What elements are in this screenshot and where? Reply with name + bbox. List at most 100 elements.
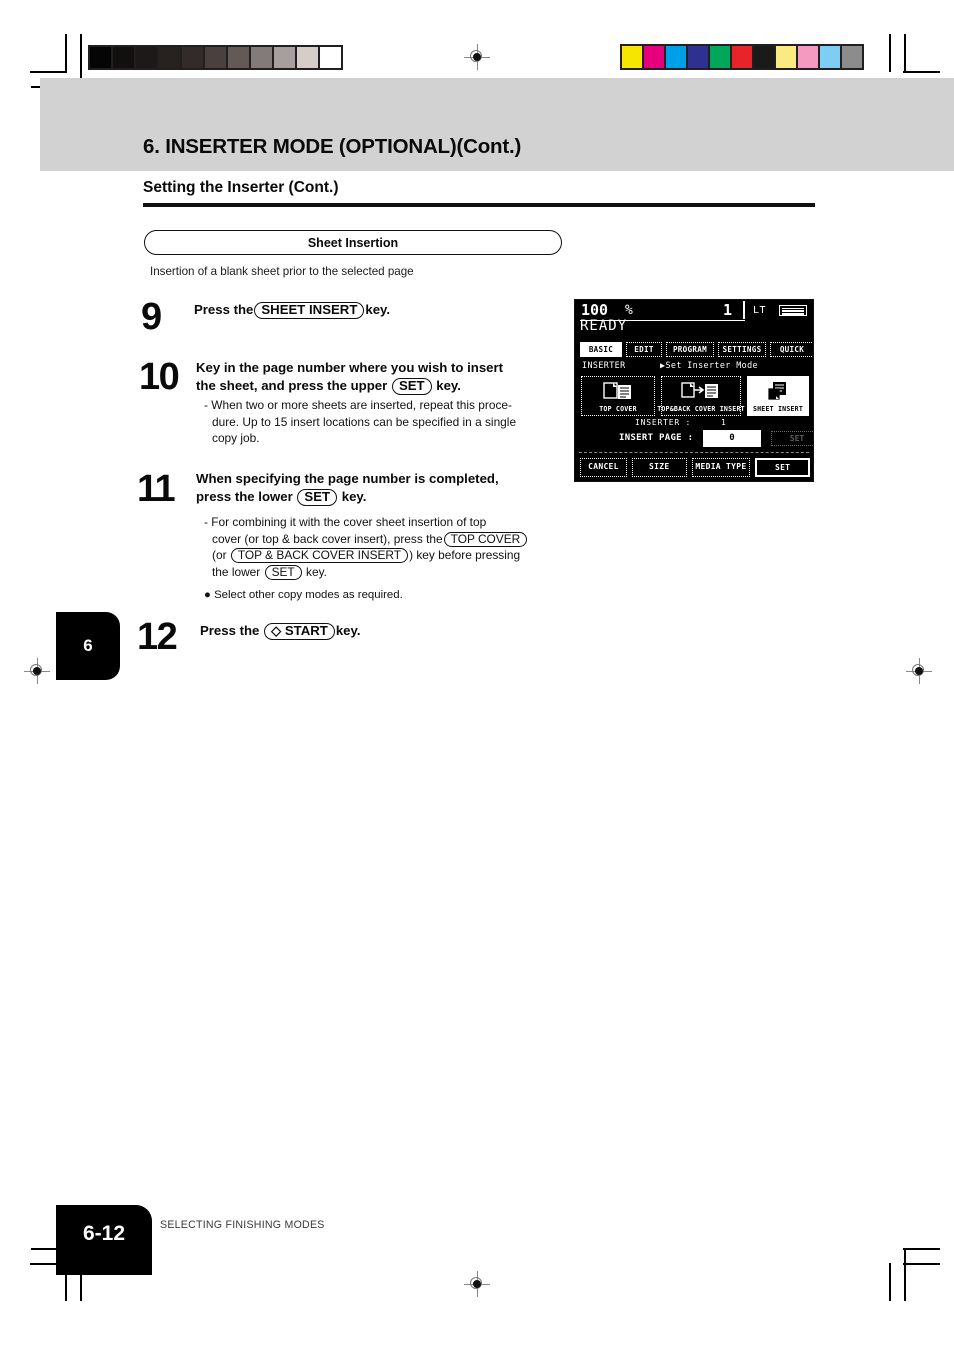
lcd-inserter-count-label: INSERTER : <box>635 418 692 427</box>
lcd-button-row[interactable]: CANCEL SIZE MEDIA TYPE SET <box>580 458 811 477</box>
step-10-note: - When two or more sheets are inserted, … <box>204 397 564 447</box>
paper-tray-icon <box>779 305 807 316</box>
lcd-divider <box>743 301 745 319</box>
grayscale-swatch-2 <box>136 47 159 68</box>
lcd-mode-top-back-cover-insert-label: TOP&BACK COVER INSERT <box>657 405 745 413</box>
lcd-mode-top-cover[interactable]: TOP COVER <box>581 376 655 416</box>
lcd-tab-basic[interactable]: BASIC <box>580 342 622 357</box>
lcd-tab-settings[interactable]: SETTINGS <box>718 342 766 357</box>
step-11-note-line3-b: ) key before pressing <box>409 548 521 563</box>
start-keycap: ◇ START <box>264 623 335 640</box>
sheet-insertion-description: Insertion of a blank sheet prior to the … <box>150 265 414 278</box>
step-11-note: - For combining it with the cover sheet … <box>204 514 566 580</box>
lcd-mode-top-back-cover-insert[interactable]: TOP&BACK COVER INSERT <box>657 376 745 416</box>
set-keycap-upper: SET <box>391 378 432 395</box>
lcd-button-media-type[interactable]: MEDIA TYPE <box>691 458 751 477</box>
step-10-text: Key in the page number where you wish to… <box>196 359 566 395</box>
step-11-note-line4-b: key. <box>306 564 327 579</box>
step-12-text: Press the ◇ START key. <box>200 622 580 640</box>
section-title: Setting the Inserter (Cont.) <box>143 179 339 196</box>
color-swatch-10 <box>842 46 862 68</box>
lcd-mode-buttons[interactable]: TOP COVER TOP&BACK COVER INSERT SHEET IN… <box>581 376 809 416</box>
manual-page: 6. INSERTER MODE (OPTIONAL)(Cont.) Setti… <box>0 0 954 1351</box>
top-cover-icon <box>603 377 633 405</box>
grayscale-swatch-3 <box>159 47 182 68</box>
step-11-note-line2-a: cover (or top & back cover insert), pres… <box>212 531 443 546</box>
step-12-text-pre: Press the <box>200 623 260 638</box>
crop-mark-br-h <box>903 1263 940 1265</box>
lcd-button-size[interactable]: SIZE <box>631 458 687 477</box>
step-10-note-line1: - When two or more sheets are inserted, … <box>204 398 512 412</box>
lcd-tab-program[interactable]: PROGRAM <box>666 342 714 357</box>
grayscale-swatch-7 <box>251 47 274 68</box>
step-11-line2-a: press the lower <box>196 489 293 505</box>
step-11-note-line1: - For combining it with the cover sheet … <box>204 515 487 529</box>
color-swatch-4 <box>710 46 732 68</box>
top-cover-keycap: TOP COVER <box>443 531 528 547</box>
bullet-dot-icon: ● <box>204 589 211 601</box>
color-swatch-6 <box>754 46 776 68</box>
crop-mark-tl-v <box>65 34 67 72</box>
lcd-tab-quick[interactable]: QUICK <box>770 342 813 357</box>
step-10-line2-b: key. <box>436 378 461 394</box>
crop-mark-br2-v <box>904 1248 906 1301</box>
step-11-line2-b: key. <box>341 489 367 505</box>
footer-section-name: SELECTING FINISHING MODES <box>160 1219 325 1231</box>
lcd-status-bar: 100 % 1 LT READY <box>575 300 813 338</box>
lcd-status-text: READY <box>580 318 628 334</box>
grayscale-swatch-9 <box>297 47 320 68</box>
chapter-title: 6. INSERTER MODE (OPTIONAL)(Cont.) <box>143 135 522 158</box>
step-10-line2-a: the sheet, and press the upper <box>196 378 388 394</box>
step-10-line1: Key in the page number where you wish to… <box>196 360 504 375</box>
step-11-text: When specifying the page number is compl… <box>196 470 568 506</box>
registration-mark-bottom <box>464 1271 490 1297</box>
crop-mark-tr-h <box>903 71 940 73</box>
lcd-insert-page-value: 0 <box>702 430 761 447</box>
lcd-inline-set-button[interactable]: SET <box>771 431 813 446</box>
crop-mark-br2-h <box>903 1248 940 1250</box>
step-11-note-line3-a: (or <box>212 548 227 563</box>
color-calibration-bar <box>620 44 864 70</box>
chapter-side-tab: 6 <box>56 612 120 680</box>
lcd-button-cancel[interactable]: CANCEL <box>580 458 627 477</box>
lcd-tab-row[interactable]: BASIC EDIT PROGRAM SETTINGS QUICK <box>580 342 813 357</box>
grayscale-swatch-6 <box>228 47 251 68</box>
lcd-mode-sheet-insert[interactable]: SHEET INSERT <box>747 376 809 416</box>
lcd-tab-edit[interactable]: EDIT <box>626 342 662 357</box>
crop-mark-tr2-v <box>904 34 906 72</box>
set-keycap-lower: SET <box>297 489 338 506</box>
lcd-mode-label: INSERTER <box>582 360 626 370</box>
lcd-mode-sheet-insert-label: SHEET INSERT <box>752 405 804 413</box>
page-folio-label: 6-12 <box>82 1222 126 1245</box>
chapter-side-tab-label: 6 <box>83 636 93 655</box>
color-swatch-5 <box>732 46 754 68</box>
sheet-insert-keycap: SHEET INSERT <box>254 302 365 319</box>
step-10-number: 10 <box>139 356 180 398</box>
lcd-separator <box>579 452 809 453</box>
grayscale-swatch-8 <box>274 47 297 68</box>
lcd-mode-top-cover-label: TOP COVER <box>599 405 637 413</box>
page-folio: 6-12 <box>56 1205 152 1275</box>
registration-mark-top <box>464 44 490 70</box>
step-9-text-post: key. <box>365 302 391 317</box>
step-9-text-pre: Press the <box>194 302 254 317</box>
step-11-bullet: ● Select other copy modes as required. <box>204 588 564 604</box>
crop-mark-br-v <box>889 1263 891 1301</box>
crop-mark-tl-h <box>30 71 67 73</box>
sheet-insertion-heading-label: Sheet Insertion <box>307 235 399 250</box>
registration-mark-right <box>906 658 932 684</box>
step-11-note-line4-a: the lower <box>212 564 261 579</box>
step-11-bullet-label: Select other copy modes as required. <box>214 589 403 601</box>
grayscale-swatch-0 <box>90 47 113 68</box>
sheet-insert-icon <box>765 377 791 405</box>
lcd-insert-page-field[interactable]: INSERT PAGE : 0 <box>615 430 761 447</box>
lcd-mode-prompt: ▶Set Inserter Mode <box>660 360 758 370</box>
set-keycap-note: SET <box>264 564 302 580</box>
color-swatch-3 <box>688 46 710 68</box>
sheet-insertion-heading: Sheet Insertion <box>144 230 562 255</box>
grayscale-swatch-4 <box>182 47 205 68</box>
step-11-number: 11 <box>137 468 176 510</box>
step-11-line1: When specifying the page number is compl… <box>196 471 499 486</box>
registration-mark-left <box>24 658 50 684</box>
lcd-button-set[interactable]: SET <box>755 458 811 477</box>
